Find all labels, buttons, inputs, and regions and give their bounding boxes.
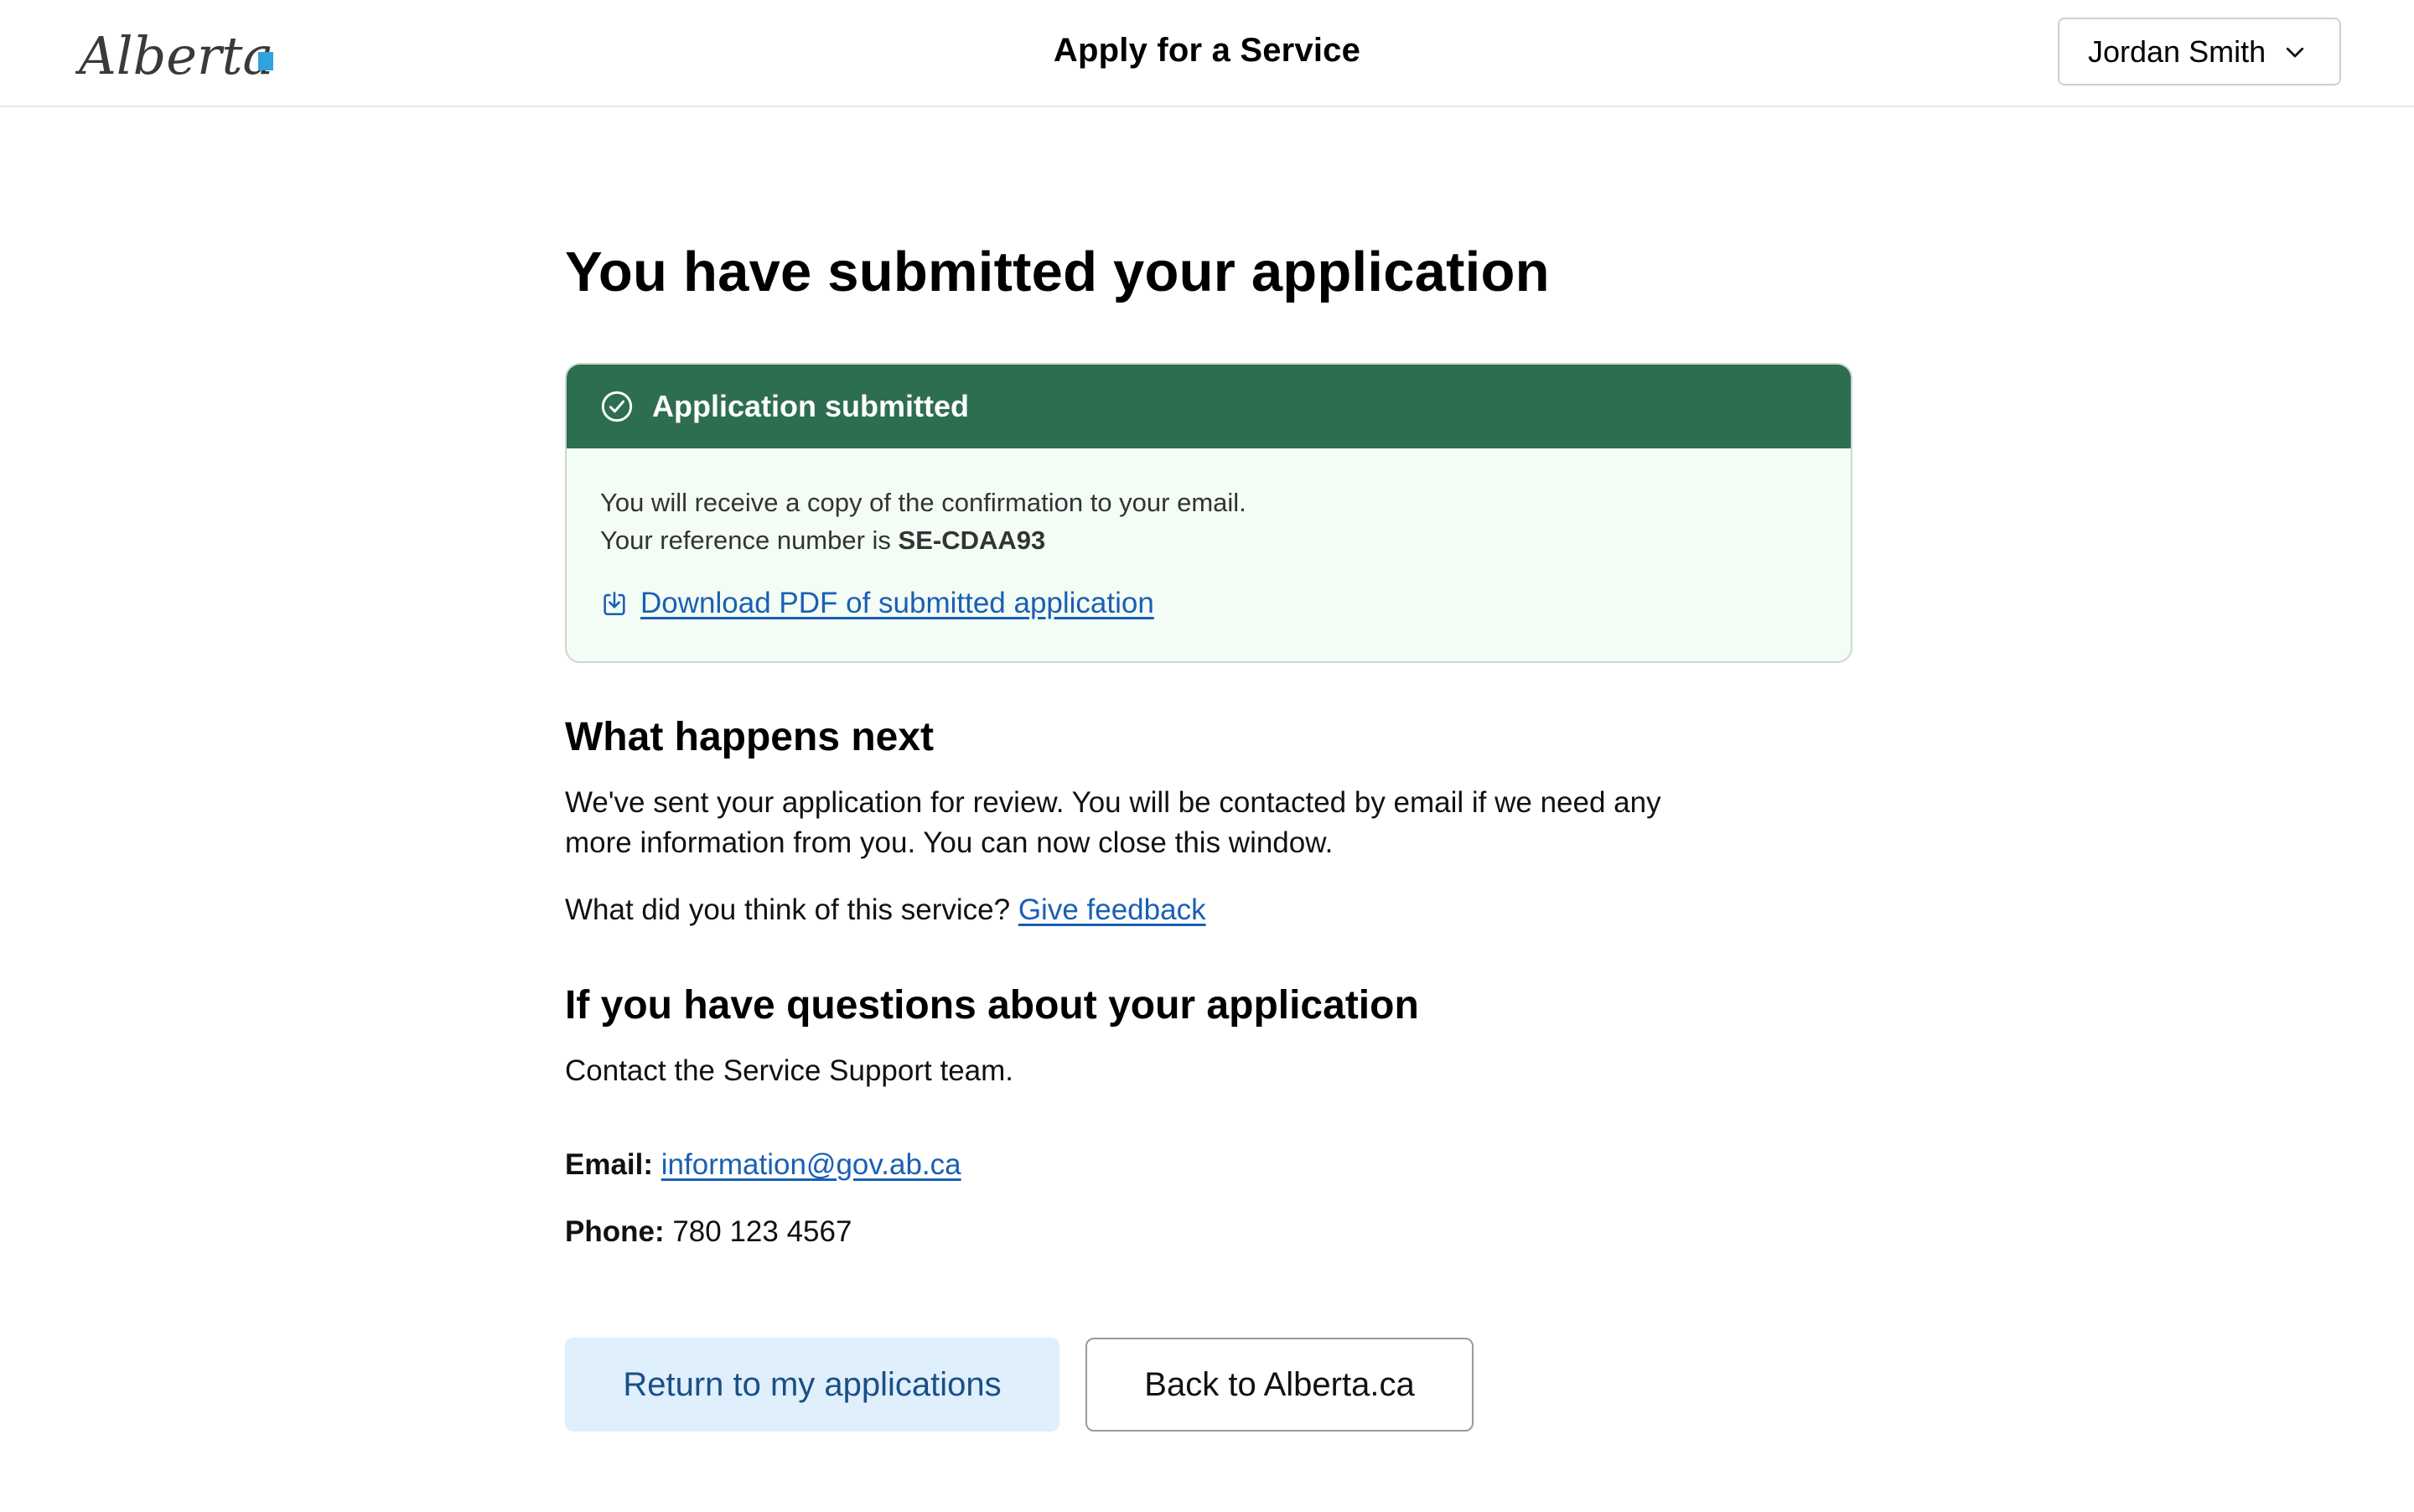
- give-feedback-link[interactable]: Give feedback: [1018, 893, 1206, 926]
- phone-label: Phone:: [565, 1215, 665, 1248]
- email-label: Email:: [565, 1148, 654, 1181]
- questions-body: Contact the Service Support team.: [565, 1054, 1013, 1087]
- download-row: Download PDF of submitted application: [600, 584, 1851, 622]
- feedback-line: What did you think of this service? Give…: [565, 893, 1206, 926]
- download-icon: [604, 591, 625, 615]
- phone-value: 780 123 4567: [672, 1215, 852, 1248]
- reference-number: SE-CDAA93: [898, 526, 1046, 555]
- download-pdf-link[interactable]: Download PDF of submitted application: [640, 584, 1154, 622]
- page-title: You have submitted your application: [565, 241, 1550, 303]
- email-line: Email: information@gov.ab.ca: [565, 1145, 961, 1185]
- success-callout: Application submitted You will receive a…: [565, 363, 1852, 663]
- next-body: We've sent your application for review. …: [565, 786, 1661, 859]
- app-header: Alberta Apply for a Service Jordan Smith: [0, 0, 2414, 107]
- callout-header: Application submitted: [567, 365, 1851, 448]
- check-circle-icon: [601, 391, 633, 422]
- user-name: Jordan Smith: [2088, 34, 2266, 69]
- user-menu-button[interactable]: Jordan Smith: [2058, 18, 2341, 85]
- return-to-applications-button[interactable]: Return to my applications: [565, 1338, 1059, 1432]
- back-to-alberta-button[interactable]: Back to Alberta.ca: [1085, 1338, 1474, 1432]
- chevron-down-icon: [2286, 47, 2304, 57]
- phone-line: Phone: 780 123 4567: [565, 1212, 852, 1252]
- next-heading: What happens next: [565, 715, 935, 759]
- confirmation-text: You will receive a copy of the confirmat…: [600, 488, 1246, 517]
- callout-heading: Application submitted: [652, 389, 969, 423]
- app-title: Apply for a Service: [1053, 32, 1361, 69]
- questions-heading: If you have questions about your applica…: [565, 983, 1419, 1028]
- callout-body: You will receive a copy of the confirmat…: [567, 448, 1851, 622]
- reference-line: Your reference number is SE-CDAA93: [600, 526, 1046, 555]
- email-link[interactable]: information@gov.ab.ca: [661, 1148, 961, 1181]
